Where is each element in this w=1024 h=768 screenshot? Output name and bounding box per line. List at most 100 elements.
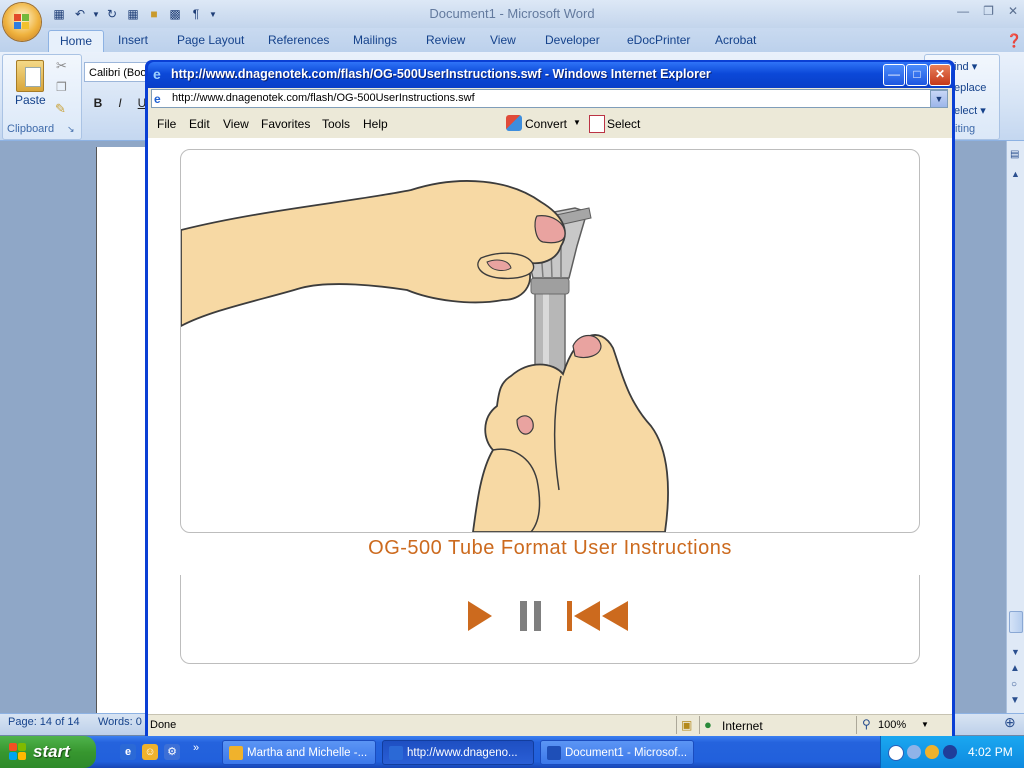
minimize-icon[interactable]: — [957, 4, 969, 18]
page-icon: e [154, 92, 161, 106]
taskbar-item-outlook[interactable]: Martha and Michelle -... [222, 740, 376, 765]
status-separator [699, 716, 700, 734]
security-zone[interactable]: Internet [722, 719, 763, 733]
printer-tray-icon[interactable] [907, 745, 921, 759]
security-icon[interactable]: ▣ [681, 718, 692, 732]
taskbar-item-label: http://www.dnageno... [407, 747, 518, 759]
vertical-scrollbar[interactable]: ▤ ▲ ▼ ▲ ○ ▼ [1006, 141, 1024, 713]
tab-mailings[interactable]: Mailings [353, 33, 397, 47]
convert-dropdown-icon[interactable]: ▼ [573, 118, 581, 127]
menu-favorites[interactable]: Favorites [261, 117, 310, 131]
editing-group-label: iting [955, 123, 976, 135]
previous-page-icon[interactable]: ▲ [1010, 663, 1020, 674]
pdf-convert-icon[interactable] [506, 115, 522, 131]
start-label: start [33, 742, 70, 761]
cut-icon[interactable]: ✂ [56, 58, 67, 74]
animation-viewport[interactable] [180, 149, 920, 533]
help-icon[interactable]: ❓ [1006, 33, 1022, 49]
menu-help[interactable]: Help [363, 117, 388, 131]
tab-insert[interactable]: Insert [118, 33, 148, 47]
taskbar-item-ie[interactable]: http://www.dnageno... [382, 740, 534, 765]
replace-button[interactable]: eplace [954, 82, 986, 94]
ie-maximize-button[interactable]: □ [906, 64, 928, 86]
select-browse-object-icon[interactable]: ○ [1011, 679, 1017, 690]
quicklaunch-overflow-icon[interactable]: » [193, 742, 199, 754]
rewind-to-start-icon[interactable] [566, 600, 630, 632]
ie-task-icon [389, 746, 403, 760]
ruler-toggle-icon[interactable]: ▤ [1010, 149, 1019, 160]
word-count[interactable]: Words: 0 [98, 716, 142, 728]
status-text: Done [150, 719, 177, 731]
menu-view[interactable]: View [223, 117, 249, 131]
zoom-level[interactable]: 100% [878, 719, 906, 731]
tab-review[interactable]: Review [426, 33, 465, 47]
next-page-icon[interactable]: ▼ [1010, 695, 1020, 706]
word-window-title: Document1 - Microsoft Word [429, 6, 595, 21]
address-text[interactable]: http://www.dnagenotek.com/flash/OG-500Us… [172, 92, 475, 104]
ie-close-button[interactable]: ✕ [929, 64, 951, 86]
select-label: elect [954, 105, 978, 117]
clock[interactable]: 4:02 PM [968, 745, 1013, 759]
outlook-quicklaunch-icon[interactable]: ☺ [142, 744, 158, 760]
status-separator [856, 716, 857, 734]
ie-logo-icon: e [153, 66, 161, 82]
word-window-controls: — ❐ ✕ [957, 4, 1018, 18]
font-name-field[interactable]: Calibri (Boo [84, 62, 154, 82]
status-separator [676, 716, 677, 734]
zoom-dropdown-icon[interactable]: ▼ [921, 720, 929, 729]
tab-edocprinter[interactable]: eDocPrinter [627, 33, 690, 47]
tube-cap-illustration [181, 180, 669, 532]
play-icon[interactable] [466, 600, 494, 632]
taskbar-item-word[interactable]: Document1 - Microsof... [540, 740, 694, 765]
tab-home[interactable]: Home [48, 30, 104, 53]
office-logo-icon [14, 14, 30, 30]
tab-acrobat[interactable]: Acrobat [715, 33, 756, 47]
close-icon[interactable]: ✕ [1008, 4, 1018, 18]
dialog-launcher-icon[interactable]: ↘ [67, 124, 75, 135]
tab-developer[interactable]: Developer [545, 33, 600, 47]
scroll-up-icon[interactable]: ▲ [1011, 169, 1020, 179]
outlook-tray-icon[interactable] [925, 745, 939, 759]
menu-edit[interactable]: Edit [189, 117, 210, 131]
zoom-icon: ⚲ [862, 717, 871, 731]
ie-quicklaunch-icon[interactable]: e [120, 744, 136, 760]
document-page[interactable] [96, 147, 151, 713]
menu-file[interactable]: File [157, 117, 176, 131]
tab-page-layout[interactable]: Page Layout [177, 33, 244, 47]
convert-button[interactable]: Convert [525, 117, 567, 131]
select-button[interactable]: Select [607, 117, 640, 131]
pause-icon[interactable] [518, 600, 544, 632]
ribbon-tab-bar: Home Insert Page Layout References Maili… [0, 28, 1024, 53]
address-dropdown-icon[interactable]: ▼ [930, 90, 948, 108]
ie-window-title: http://www.dnagenotek.com/flash/OG-500Us… [171, 67, 711, 81]
animation-title: OG-500 Tube Format User Instructions [368, 537, 732, 559]
taskbar-item-label: Document1 - Microsof... [565, 747, 688, 759]
copy-icon[interactable]: ❐ [56, 80, 67, 94]
windows-flag-icon [9, 743, 27, 761]
find-button[interactable]: ind ▾ [954, 60, 977, 73]
pdf-select-icon[interactable] [589, 115, 605, 133]
audio-tray-icon[interactable] [943, 745, 957, 759]
office-button[interactable] [3, 3, 41, 41]
tab-references[interactable]: References [268, 33, 329, 47]
italic-button[interactable]: I [111, 94, 129, 112]
restore-icon[interactable]: ❐ [983, 4, 994, 18]
ie-status-bar [148, 714, 952, 737]
app-quicklaunch-icon[interactable]: ⚙ [164, 744, 180, 760]
menu-tools[interactable]: Tools [322, 117, 350, 131]
scroll-down-icon[interactable]: ▼ [1011, 647, 1020, 657]
outlook-task-icon [229, 746, 243, 760]
bold-button[interactable]: B [89, 94, 107, 112]
ie-minimize-button[interactable]: — [883, 64, 905, 86]
paste-button[interactable]: Paste [15, 93, 46, 107]
format-painter-icon[interactable]: ✎ [55, 101, 66, 117]
zoom-in-icon[interactable]: ⊕ [1004, 714, 1016, 731]
show-hidden-icons-icon[interactable] [888, 745, 904, 761]
paste-icon[interactable] [16, 60, 44, 92]
page-count[interactable]: Page: 14 of 14 [8, 716, 80, 728]
find-label: ind [954, 61, 969, 73]
select-button[interactable]: elect ▾ [954, 104, 986, 117]
taskbar-item-label: Martha and Michelle -... [247, 747, 368, 759]
tab-view[interactable]: View [490, 33, 516, 47]
scroll-thumb[interactable] [1009, 611, 1023, 633]
